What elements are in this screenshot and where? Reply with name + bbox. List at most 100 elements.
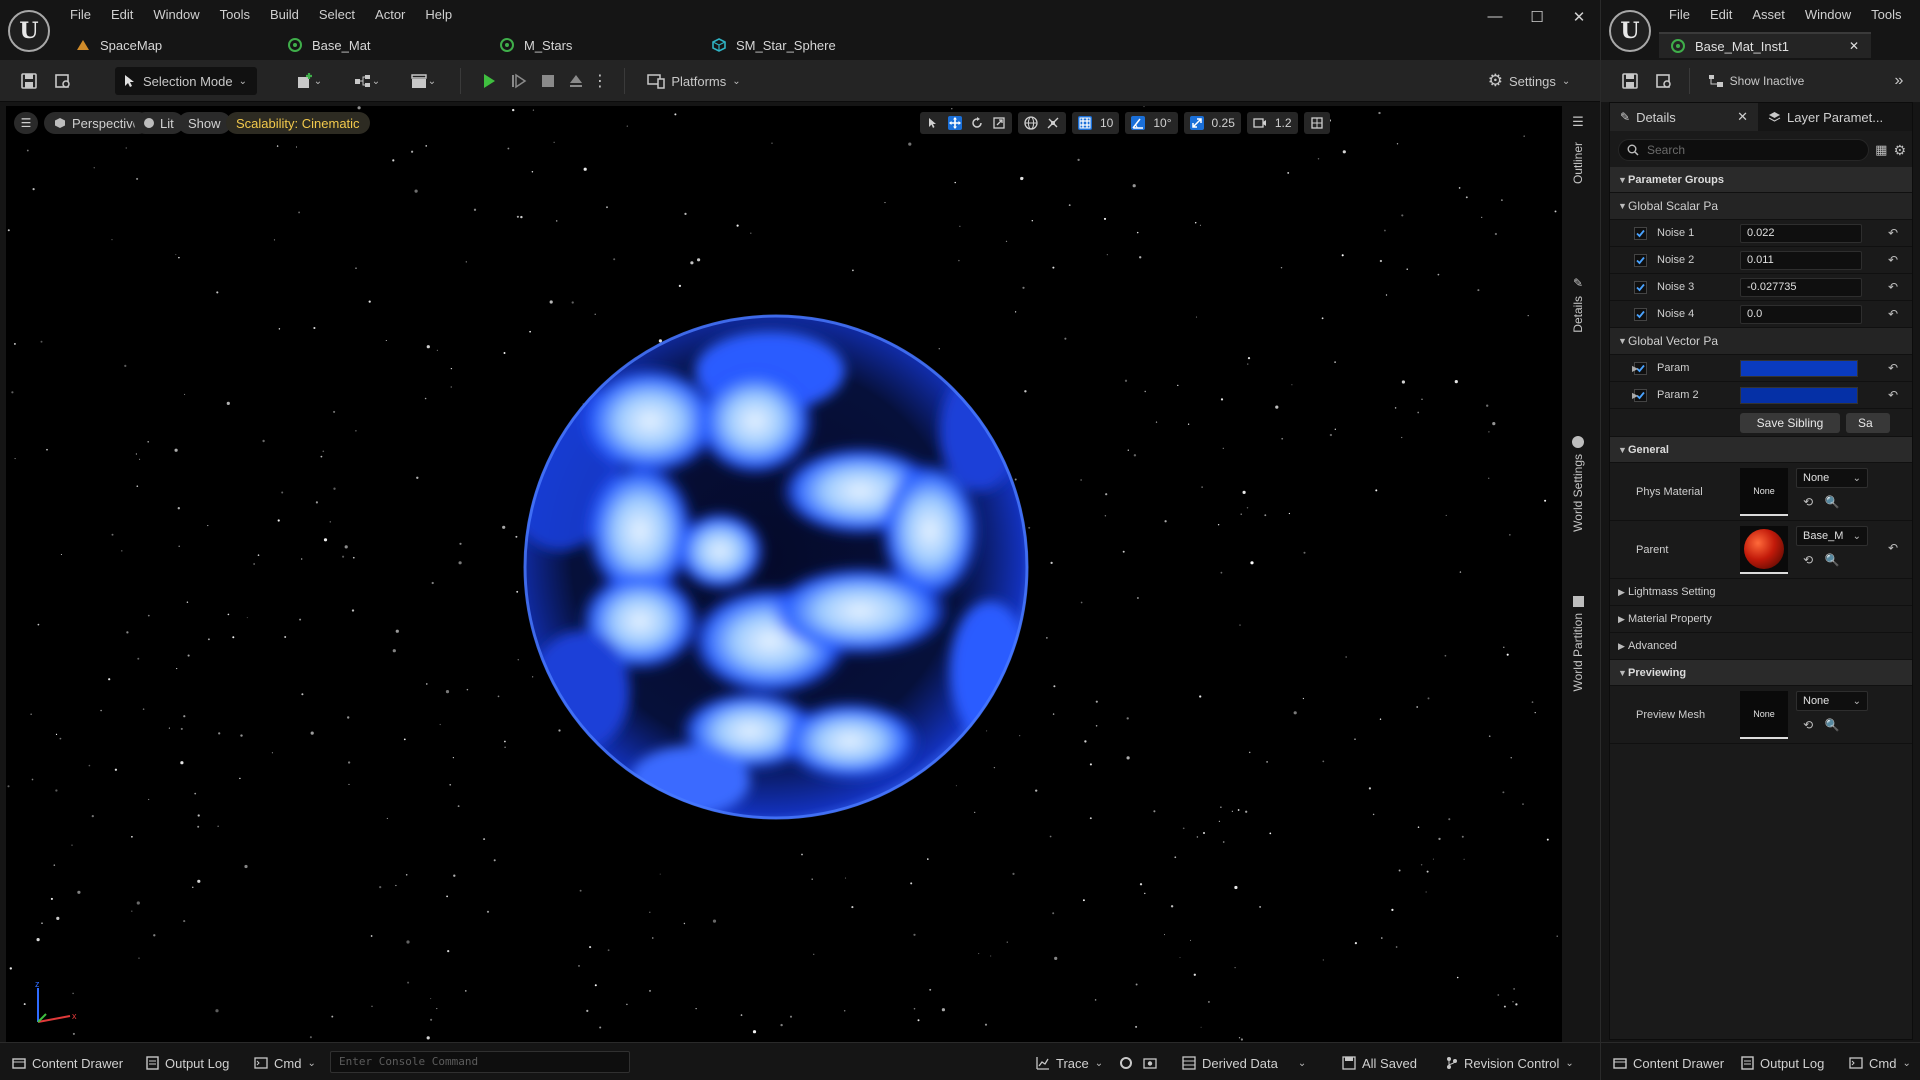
param-enable-checkbox[interactable] — [1634, 280, 1647, 294]
layout-group[interactable] — [1303, 112, 1330, 134]
cmd-dropdown[interactable]: Cmd ⌄ — [1849, 1052, 1911, 1074]
tab-m-stars[interactable]: M_Stars — [484, 32, 696, 58]
more-options-icon[interactable]: ⋮ — [592, 67, 608, 95]
tab-spacemap[interactable]: SpaceMap — [60, 32, 272, 58]
output-log-button[interactable]: Output Log — [1741, 1052, 1824, 1074]
browse-content-icon[interactable] — [1651, 67, 1677, 95]
menu-actor[interactable]: Actor — [365, 4, 415, 25]
add-actor-button[interactable]: ⌄ — [286, 67, 332, 95]
selection-mode-dropdown[interactable]: Selection Mode ⌄ — [115, 67, 257, 95]
close-tab-icon[interactable]: ✕ — [1849, 39, 1859, 53]
advance-frame-icon[interactable] — [506, 67, 532, 95]
browse-asset-icon[interactable]: 🔍 — [1824, 495, 1840, 511]
browse-asset-icon[interactable]: 🔍 — [1824, 718, 1840, 734]
menu-file[interactable]: File — [1659, 4, 1700, 25]
side-tab-menu[interactable]: ☰ — [1567, 114, 1589, 130]
menu-file[interactable]: File — [60, 4, 101, 25]
play-icon[interactable] — [476, 67, 502, 95]
use-selected-icon[interactable]: ⟲ — [1800, 495, 1816, 511]
menu-help[interactable]: Help — [415, 4, 462, 25]
viewport-layout-icon[interactable] — [1310, 116, 1324, 130]
content-drawer-button[interactable]: Content Drawer — [1613, 1052, 1724, 1074]
console-command-input[interactable]: Enter Console Command — [330, 1051, 630, 1073]
scale-snap-icon[interactable] — [1189, 116, 1204, 130]
minimize-icon[interactable]: — — [1474, 8, 1516, 26]
param-value-field[interactable]: -0.027735 — [1740, 278, 1862, 297]
camera-speed-group[interactable]: 1.2 — [1246, 112, 1298, 134]
grid-snap-icon[interactable] — [1078, 116, 1092, 130]
reset-to-default-icon[interactable]: ↶ — [1888, 361, 1898, 375]
use-selected-icon[interactable]: ⟲ — [1800, 718, 1816, 734]
side-tab-details[interactable]: ✎ Details — [1567, 276, 1589, 333]
menu-edit[interactable]: Edit — [101, 4, 143, 25]
tab-sm-star-sphere[interactable]: SM_Star_Sphere — [696, 32, 908, 58]
select-tool-icon[interactable] — [926, 116, 940, 130]
trace-dropdown[interactable]: Trace ⌄ — [1036, 1052, 1103, 1074]
param-value-field[interactable]: 0.0 — [1740, 305, 1862, 324]
parent-material-thumbnail[interactable] — [1740, 526, 1788, 574]
translate-tool-icon[interactable] — [948, 116, 962, 130]
side-tab-world-partition[interactable]: World Partition — [1567, 596, 1589, 691]
lit-dropdown[interactable]: Lit — [134, 112, 184, 134]
unreal-logo-icon[interactable]: U — [8, 10, 50, 52]
expand-toolbar-icon[interactable]: » — [1887, 67, 1911, 95]
world-space-icon[interactable] — [1024, 116, 1038, 130]
level-viewport[interactable]: x z ☰ Perspective Lit Show Scalability: … — [6, 106, 1562, 1042]
menu-asset[interactable]: Asset — [1742, 4, 1795, 25]
side-tab-outliner[interactable]: Outliner — [1567, 136, 1589, 184]
asset-picker-combo[interactable]: None ⌄ — [1796, 468, 1868, 488]
menu-build[interactable]: Build — [260, 4, 309, 25]
scale-tool-icon[interactable] — [992, 116, 1006, 130]
group-global-vector[interactable]: ▼ Global Vector Pa — [1610, 328, 1912, 355]
cinematics-button[interactable]: ⌄ — [400, 67, 446, 95]
rotation-snap-group[interactable]: 10° — [1125, 112, 1178, 134]
browse-asset-icon[interactable]: 🔍 — [1824, 553, 1840, 569]
param-enable-checkbox[interactable] — [1634, 226, 1647, 240]
camera-icon[interactable] — [1253, 116, 1267, 130]
expand-arrow-icon[interactable]: ▶ — [1632, 364, 1638, 373]
browse-content-icon[interactable] — [50, 67, 76, 95]
color-swatch[interactable] — [1740, 360, 1858, 377]
show-dropdown[interactable]: Show — [178, 112, 231, 134]
asset-picker-combo[interactable]: Base_M ⌄ — [1796, 526, 1868, 546]
angle-snap-icon[interactable] — [1131, 116, 1146, 130]
param-value-field[interactable]: 0.022 — [1740, 224, 1862, 243]
blueprints-button[interactable]: ⌄ — [344, 67, 390, 95]
save-sibling-button[interactable]: Save Sibling — [1740, 413, 1840, 433]
menu-window[interactable]: Window — [1795, 4, 1861, 25]
output-log-button[interactable]: Output Log — [146, 1052, 229, 1074]
section-material-property[interactable]: ▶ Material Property — [1610, 606, 1912, 633]
show-inactive-button[interactable]: Show Inactive — [1701, 67, 1811, 95]
reset-to-default-icon[interactable]: ↶ — [1888, 541, 1898, 555]
param-enable-checkbox[interactable] — [1634, 307, 1647, 321]
revision-control-dropdown[interactable]: Revision Control ⌄ — [1446, 1052, 1574, 1074]
screenshot-button[interactable] — [1143, 1052, 1157, 1074]
tab-base-mat[interactable]: Base_Mat — [272, 32, 484, 58]
scalability-warning[interactable]: Scalability: Cinematic — [226, 112, 370, 134]
close-icon[interactable]: ✕ — [1558, 8, 1600, 26]
rotate-tool-icon[interactable] — [970, 116, 984, 130]
reset-to-default-icon[interactable]: ↶ — [1888, 307, 1898, 321]
eject-icon[interactable] — [563, 67, 589, 95]
reset-to-default-icon[interactable]: ↶ — [1888, 280, 1898, 294]
platforms-dropdown[interactable]: Platforms ⌄ — [644, 67, 744, 95]
param-value-field[interactable]: 0.011 — [1740, 251, 1862, 270]
gear-icon[interactable]: ⚙ — [1893, 142, 1906, 159]
settings-dropdown[interactable]: ⚙ Settings ⌄ — [1484, 67, 1574, 95]
close-tab-icon[interactable]: ✕ — [1737, 109, 1748, 125]
tab-layer-parameters[interactable]: Layer Paramet... — [1758, 103, 1893, 131]
menu-tools[interactable]: Tools — [1861, 4, 1911, 25]
reset-to-default-icon[interactable]: ↶ — [1888, 388, 1898, 402]
asset-thumbnail[interactable]: None — [1740, 468, 1788, 516]
section-previewing[interactable]: ▼ Previewing — [1610, 660, 1912, 686]
menu-edit[interactable]: Edit — [1700, 4, 1742, 25]
surface-snap-icon[interactable] — [1046, 116, 1060, 130]
asset-picker-combo[interactable]: None ⌄ — [1796, 691, 1868, 711]
save-icon[interactable] — [1617, 67, 1643, 95]
menu-tools[interactable]: Tools — [210, 4, 260, 25]
param-enable-checkbox[interactable] — [1634, 253, 1647, 267]
color-swatch[interactable] — [1740, 387, 1858, 404]
expand-arrow-icon[interactable]: ▶ — [1632, 391, 1638, 400]
viewport-options-button[interactable]: ☰ — [14, 112, 38, 134]
section-advanced[interactable]: ▶ Advanced — [1610, 633, 1912, 660]
